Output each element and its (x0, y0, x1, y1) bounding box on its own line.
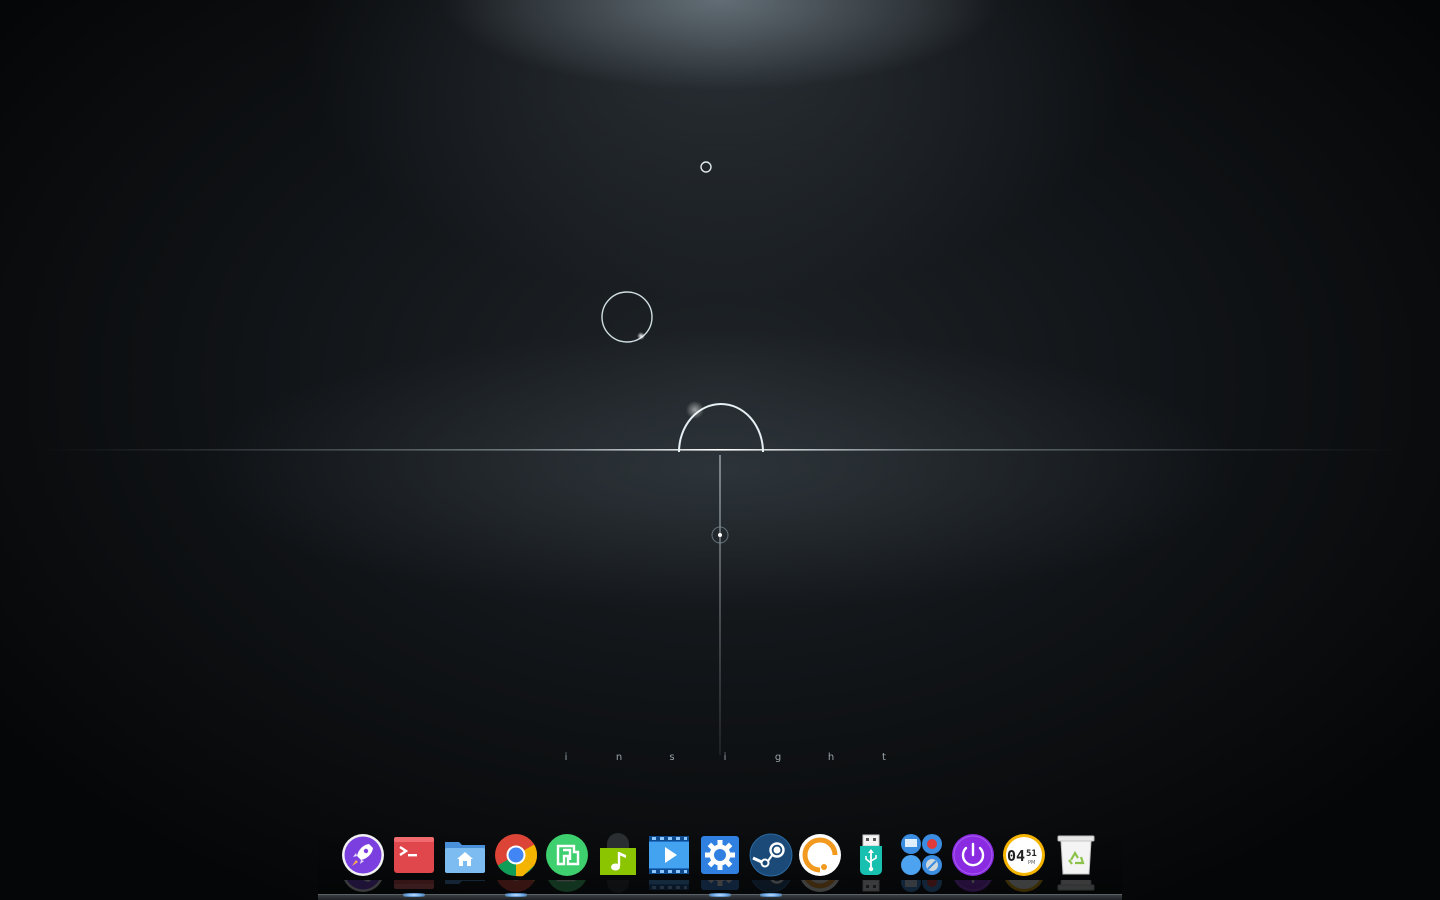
power-icon (952, 834, 994, 876)
wallpaper-letter: g (774, 752, 782, 763)
film-play-icon (649, 836, 689, 874)
store-icon (546, 834, 588, 876)
clock-minutes: 51 (1026, 849, 1037, 859)
running-indicator (709, 893, 731, 897)
dock-google-chrome[interactable] (493, 832, 539, 878)
dock-video-player[interactable] (646, 832, 692, 878)
dock-multitasking-view[interactable] (899, 832, 945, 878)
running-indicator (505, 893, 527, 897)
dock-file-manager[interactable] (442, 832, 488, 878)
wallpaper-letter: i (723, 752, 727, 763)
dock-feedback[interactable] (797, 832, 843, 878)
horizon-line (40, 449, 1400, 451)
light-beam (719, 455, 721, 755)
wallpaper-letter: i (564, 752, 568, 763)
wallpaper-letter: t (882, 752, 886, 763)
music-note-icon (600, 833, 636, 875)
rocket-icon (342, 834, 384, 876)
dock-trash[interactable] (1053, 832, 1099, 878)
dock-launcher[interactable] (340, 832, 386, 878)
clock-hours: 04 (1007, 847, 1025, 865)
clock-ampm: PM (1028, 860, 1035, 866)
trash-icon (1057, 835, 1095, 875)
desktop[interactable]: i n s i g h t 04 51 PM (0, 0, 1440, 900)
dock-shutdown[interactable] (950, 832, 996, 878)
dock-terminal[interactable] (391, 832, 437, 878)
headset-icon (799, 834, 841, 876)
chrome-icon (495, 834, 538, 877)
steam-icon (749, 833, 793, 877)
dock-steam[interactable] (748, 832, 794, 878)
workspaces-icon (901, 834, 942, 875)
home-folder-icon (445, 842, 485, 873)
dock-music-player[interactable] (595, 832, 641, 878)
running-indicator (760, 893, 782, 897)
wallpaper-word: i n s i g h t (560, 752, 890, 768)
dock-usb-boot-maker[interactable] (848, 832, 894, 878)
dock-clock[interactable]: 04 51 PM (1001, 832, 1047, 878)
dock-system-settings[interactable] (697, 832, 743, 878)
running-indicator (403, 893, 425, 897)
gear-icon (701, 836, 739, 874)
wallpaper-letter: h (827, 752, 835, 763)
terminal-icon (394, 837, 434, 873)
wallpaper-letter: s (669, 752, 675, 763)
usb-icon (860, 834, 882, 875)
clock-icon: 04 51 PM (1003, 834, 1045, 876)
wallpaper-letter: n (615, 752, 623, 763)
small-ring (700, 161, 712, 173)
dock-app-store[interactable] (544, 832, 590, 878)
